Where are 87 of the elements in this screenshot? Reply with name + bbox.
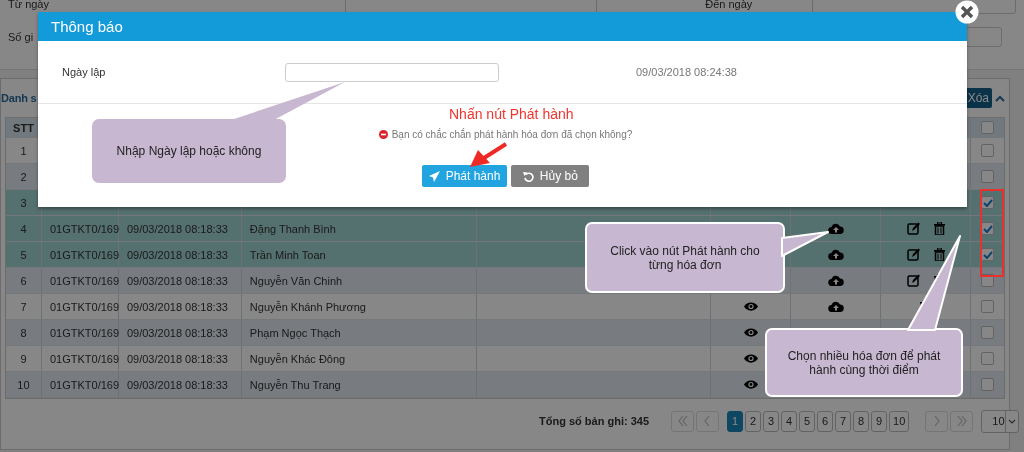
table-cell: 01GTKT0/169 [49, 274, 120, 287]
row-number: 9 [20, 352, 27, 365]
table-cell: 09/03/2018 08:18:33 [126, 248, 228, 261]
chevron-up-icon [995, 94, 1005, 102]
page-button[interactable]: 7 [835, 410, 851, 432]
edit-icon[interactable] [906, 222, 920, 235]
table-cell: 09/03/2018 08:18:33 [126, 274, 228, 287]
table-cell: 01GTKT0/169 [49, 326, 120, 339]
checkbox[interactable] [981, 121, 995, 134]
row-number: 7 [20, 300, 27, 313]
cloud-upload-icon[interactable] [827, 223, 844, 234]
table-cell: Nguyễn Khánh Phương [249, 300, 366, 313]
cloud-upload-icon[interactable] [827, 275, 844, 286]
date-field[interactable] [285, 62, 499, 82]
arrow [470, 142, 508, 167]
table-cell: 09/03/2018 08:18:33 [126, 378, 228, 391]
row-number: 6 [20, 274, 27, 287]
checkbox[interactable] [981, 170, 995, 183]
field-label: Số gi [8, 31, 35, 43]
eye-icon[interactable] [742, 379, 759, 390]
page-button[interactable]: 3 [763, 410, 779, 432]
page-button[interactable]: 2 [745, 410, 761, 432]
row-number: 3 [20, 196, 27, 209]
timestamp: 09/03/2018 08:24:38 [636, 66, 737, 78]
table-cell: 09/03/2018 08:18:33 [126, 326, 228, 339]
paper-plane-icon [428, 170, 440, 182]
publish-button[interactable]: Phát hành [421, 165, 508, 187]
table-cell: Trần Minh Toan [249, 248, 326, 261]
row-number: 5 [20, 248, 27, 261]
row-number: 10 [17, 378, 30, 391]
field-label: Đến ngày [705, 0, 754, 10]
trash-icon[interactable] [933, 222, 945, 235]
row-number: 4 [20, 222, 27, 235]
page-button[interactable]: 5 [799, 410, 815, 432]
eye-icon[interactable] [742, 301, 759, 312]
table-cell: 01GTKT0/169 [49, 222, 120, 235]
table-cell: 01GTKT0/169 [49, 248, 120, 261]
table-cell: Nguyễn Thu Trang [249, 378, 341, 391]
column-header: STT [12, 121, 35, 134]
table-cell: Nguyễn Khác Đông [249, 352, 346, 365]
row-number: 8 [20, 326, 27, 339]
page-size-select[interactable]: 10 [981, 409, 1019, 433]
panel-title: Danh s [1, 92, 37, 104]
cloud-upload-icon[interactable] [827, 301, 844, 312]
confirm-message: Bạn có chắc chắn phát hành hóa đơn đã chọn không? [391, 129, 633, 140]
table-cell: 01GTKT0/169 [49, 378, 120, 391]
cancel-button[interactable]: Hủy bỏ [511, 165, 590, 187]
trash-icon[interactable] [933, 248, 945, 261]
table-cell: 09/03/2018 08:18:33 [126, 300, 228, 313]
table-cell: Đặng Thanh Bình [249, 222, 336, 235]
pagination-button[interactable] [671, 410, 694, 432]
field-label: Từ ngày [8, 0, 50, 10]
row-number: 2 [20, 170, 27, 183]
eye-icon[interactable] [742, 327, 759, 338]
page-button[interactable]: 1 [727, 410, 743, 432]
table-cell: 01GTKT0/169 [49, 300, 120, 313]
table-cell: Phạm Ngọc Thạch [249, 326, 341, 339]
edit-icon[interactable] [906, 274, 920, 287]
table-cell: 09/03/2018 08:18:33 [126, 352, 228, 365]
checkbox[interactable] [981, 326, 994, 339]
edit-icon[interactable] [906, 248, 920, 261]
close-button[interactable] [955, 0, 979, 24]
page-button[interactable]: 8 [853, 410, 869, 432]
caret-down-icon [1007, 418, 1016, 424]
cloud-upload-icon[interactable] [827, 249, 844, 260]
table-cell: Nguyễn Văn Chinh [249, 274, 343, 287]
table-cell: 01GTKT0/169 [49, 352, 120, 365]
page-button[interactable]: 6 [817, 410, 833, 432]
record-count: Tổng số bản ghi: 345 [539, 415, 649, 427]
undo-icon [522, 170, 534, 182]
table-cell: 09/03/2018 08:18:33 [126, 222, 228, 235]
checkbox[interactable] [981, 352, 994, 365]
checkbox[interactable] [981, 144, 995, 157]
checkbox[interactable] [981, 378, 994, 391]
callout-pointer [781, 231, 829, 257]
annotation-text: Nhấn nút Phát hành [449, 106, 574, 122]
pagination-button[interactable] [950, 410, 974, 432]
eye-icon[interactable] [742, 353, 759, 364]
checkbox[interactable] [981, 300, 994, 313]
row-number: 1 [20, 144, 27, 157]
page-button[interactable]: 10 [889, 410, 910, 432]
minus-circle-icon [378, 130, 388, 139]
callout: Click vào nút Phát hành cho từng hóa đơn [585, 222, 785, 293]
page-button[interactable]: 9 [871, 410, 887, 432]
field-label: Ngày lập [62, 66, 107, 78]
page-button[interactable]: 4 [781, 410, 797, 432]
dialog-title: Thông báo [38, 12, 967, 41]
